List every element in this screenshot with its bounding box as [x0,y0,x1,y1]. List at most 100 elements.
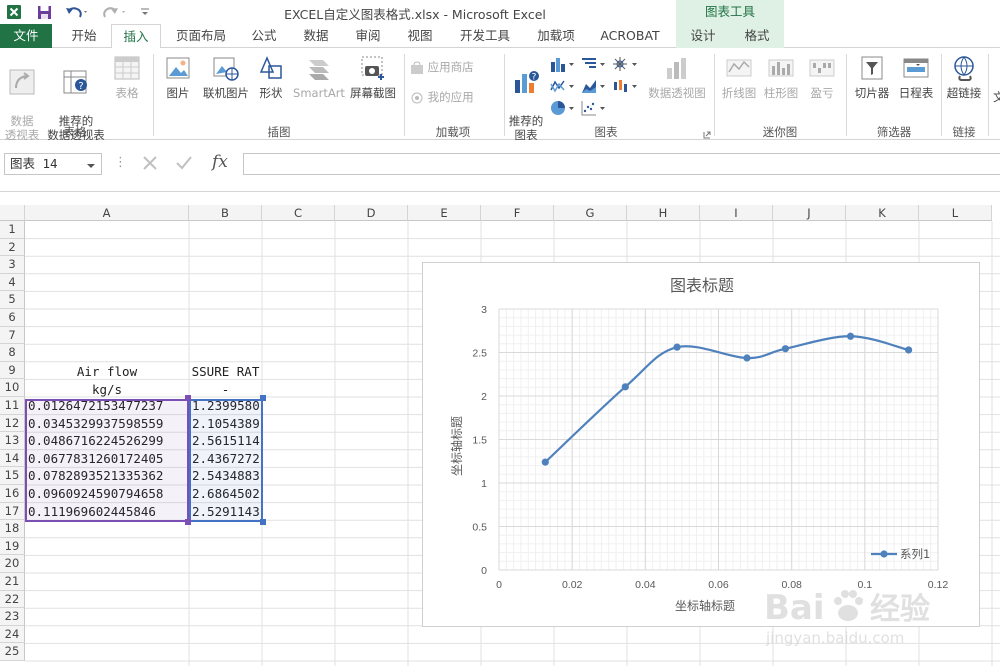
data-point[interactable] [621,383,629,391]
sparkline-column-button[interactable]: 柱形图 [760,54,802,100]
column-header-e[interactable]: E [408,205,481,221]
row-header-8[interactable]: 8 [0,344,25,362]
screenshot-button[interactable]: 屏幕截图 [346,54,400,100]
column-header-l[interactable]: L [919,205,992,221]
online-picture-button[interactable]: 联机图片 [198,54,254,100]
formula-input[interactable] [243,153,1000,175]
app-store-button[interactable]: 应用商店 [410,60,498,75]
column-header-d[interactable]: D [335,205,408,221]
column-header-c[interactable]: C [262,205,335,221]
tab-addins[interactable]: 加载项 [528,24,584,48]
tab-page-layout[interactable]: 页面布局 [168,24,234,48]
row-header-18[interactable]: 18 [0,520,25,538]
range-handle[interactable] [260,395,266,401]
row-header-9[interactable]: 9 [0,361,25,380]
stock-chart-icon[interactable] [611,78,641,97]
cell-a9[interactable]: Air flow [25,363,189,381]
row-header-23[interactable]: 23 [0,608,25,626]
name-box-dropdown-icon[interactable] [86,159,96,173]
row-header-4[interactable]: 4 [0,273,25,292]
data-point[interactable] [541,458,549,466]
hyperlink-button[interactable]: 超链接 [944,54,984,100]
pivot-chart-button[interactable]: 数据透视图 [645,54,709,100]
scatter-chart-icon[interactable] [580,100,608,119]
tab-insert[interactable]: 插入 [111,24,161,49]
row-header-11[interactable]: 11 [0,397,25,415]
column-header-h[interactable]: H [627,205,700,221]
row-header-3[interactable]: 3 [0,256,25,274]
tab-view[interactable]: 视图 [398,24,442,48]
tab-data[interactable]: 数据 [294,24,338,48]
row-header-24[interactable]: 24 [0,625,25,644]
legend-label[interactable]: 系列1 [900,547,930,561]
slicer-button[interactable]: 切片器 [850,54,894,100]
row-header-17[interactable]: 17 [0,502,25,521]
enter-icon[interactable] [174,153,194,176]
row-header-2[interactable]: 2 [0,238,25,257]
area-chart-icon[interactable] [580,78,608,97]
data-point[interactable] [905,346,913,354]
row-header-12[interactable]: 12 [0,414,25,433]
row-header-6[interactable]: 6 [0,309,25,327]
line-chart-icon[interactable] [549,78,577,97]
y-axis-title[interactable]: 坐标轴标题 [449,416,464,476]
row-header-5[interactable]: 5 [0,291,25,309]
my-apps-button[interactable]: 我的应用 [410,90,498,105]
row-header-25[interactable]: 25 [0,643,25,661]
row-header-1[interactable]: 1 [0,221,25,239]
row-header-7[interactable]: 7 [0,326,25,345]
row-header-13[interactable]: 13 [0,432,25,450]
row-header-16[interactable]: 16 [0,485,25,503]
data-point[interactable] [781,345,790,353]
cell-b10[interactable]: - [189,381,262,399]
row-header-10[interactable]: 10 [0,379,25,397]
picture-button[interactable]: 图片 [158,54,198,100]
range-handle[interactable] [185,395,191,401]
tab-review[interactable]: 审阅 [346,24,390,48]
insert-function-icon[interactable]: fx [212,152,228,172]
scatter-chart[interactable]: 0 0.02 0.04 0.06 0.08 0.1 0.12 0 0.5 1 1.5 2 2.5 3 图表标… [422,262,980,627]
row-header-14[interactable]: 14 [0,449,25,468]
row-header-15[interactable]: 15 [0,467,25,485]
series-line[interactable] [544,335,909,463]
column-header-f[interactable]: F [481,205,554,221]
data-point[interactable] [846,332,855,340]
table-button[interactable]: 表格 [110,54,144,100]
row-header-22[interactable]: 22 [0,590,25,609]
tab-design[interactable]: 设计 [676,24,730,48]
waterfall-chart-icon[interactable] [611,56,641,75]
tab-developer[interactable]: 开发工具 [450,24,520,48]
chart-title[interactable]: 图表标题 [670,276,734,295]
cell-b9[interactable]: SSURE RAT [189,363,262,381]
column-header-i[interactable]: I [700,205,773,221]
hierarchy-chart-icon[interactable] [580,56,608,75]
cancel-icon[interactable] [140,153,160,176]
pie-chart-icon[interactable] [549,100,577,119]
column-chart-icon[interactable] [549,56,577,75]
sparkline-line-button[interactable]: 折线图 [718,54,760,100]
row-header-20[interactable]: 20 [0,555,25,573]
tab-home[interactable]: 开始 [58,24,110,48]
tab-acrobat[interactable]: ACROBAT [592,24,668,48]
x-axis-title[interactable]: 坐标轴标题 [675,598,735,613]
tab-format[interactable]: 格式 [730,24,784,48]
smartart-button[interactable]: SmartArt [292,54,346,100]
column-header-b[interactable]: B [189,205,262,221]
text-button-partial[interactable]: 文 [993,90,1000,104]
data-point[interactable] [673,343,681,351]
sparkline-winloss-button[interactable]: 盈亏 [802,54,842,100]
range-handle[interactable] [185,519,191,525]
range-handle[interactable] [260,519,266,525]
data-point[interactable] [743,354,751,362]
column-header-a[interactable]: A [25,205,189,221]
column-header-g[interactable]: G [554,205,627,221]
row-header-19[interactable]: 19 [0,537,25,556]
column-header-k[interactable]: K [846,205,919,221]
cell-a10[interactable]: kg/s [25,381,189,399]
select-all-corner[interactable] [0,205,25,221]
tab-formulas[interactable]: 公式 [242,24,286,48]
timeline-button[interactable]: 日程表 [894,54,938,100]
row-header-21[interactable]: 21 [0,573,25,591]
column-header-j[interactable]: J [773,205,846,221]
tab-file[interactable]: 文件 [0,24,52,48]
